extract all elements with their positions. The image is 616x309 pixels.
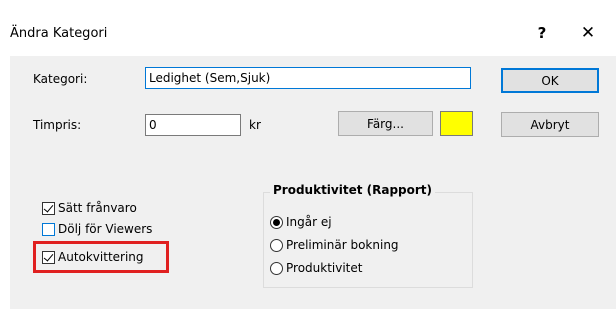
checkbox-label: Dölj för Viewers	[58, 222, 153, 236]
timpris-label: Timpris:	[33, 118, 82, 132]
kategori-label: Kategori:	[33, 72, 88, 86]
radio-button[interactable]	[270, 261, 283, 275]
radio-button[interactable]	[270, 215, 283, 229]
color-swatch[interactable]	[440, 111, 473, 136]
checkbox-label: Sätt frånvaro	[58, 201, 137, 215]
currency-label: kr	[249, 118, 261, 132]
radio-label: Ingår ej	[286, 215, 332, 229]
productivity-group-title: Produktivitet (Rapport)	[270, 183, 436, 197]
radio-ingar-ej[interactable]: Ingår ej	[270, 215, 332, 229]
checkbox-satt-franvaro[interactable]: Sätt frånvaro	[42, 201, 137, 215]
checkbox-box[interactable]	[42, 201, 55, 215]
checkbox-box[interactable]	[42, 250, 55, 264]
radio-preliminar-bokning[interactable]: Preliminär bokning	[270, 238, 399, 252]
kategori-input[interactable]: Ledighet (Sem,Sjuk)	[145, 67, 471, 89]
checkbox-autokvittering[interactable]: Autokvittering	[42, 250, 144, 264]
color-button[interactable]: Färg...	[338, 111, 433, 136]
radio-produktivitet[interactable]: Produktivitet	[270, 261, 362, 275]
close-button[interactable]: ✕	[568, 18, 608, 48]
radio-label: Produktivitet	[286, 261, 363, 275]
window-title: Ändra Kategori	[10, 26, 108, 41]
ok-button[interactable]: OK	[501, 68, 599, 93]
help-button[interactable]: ?	[524, 18, 560, 48]
timpris-input[interactable]: 0	[145, 114, 241, 136]
checkbox-dolj-for-viewers[interactable]: Dölj för Viewers	[42, 222, 152, 236]
checkbox-box[interactable]	[42, 222, 55, 236]
cancel-button[interactable]: Avbryt	[501, 112, 599, 137]
radio-label: Preliminär bokning	[286, 238, 399, 252]
radio-button[interactable]	[270, 238, 283, 252]
checkbox-label: Autokvittering	[58, 250, 144, 264]
